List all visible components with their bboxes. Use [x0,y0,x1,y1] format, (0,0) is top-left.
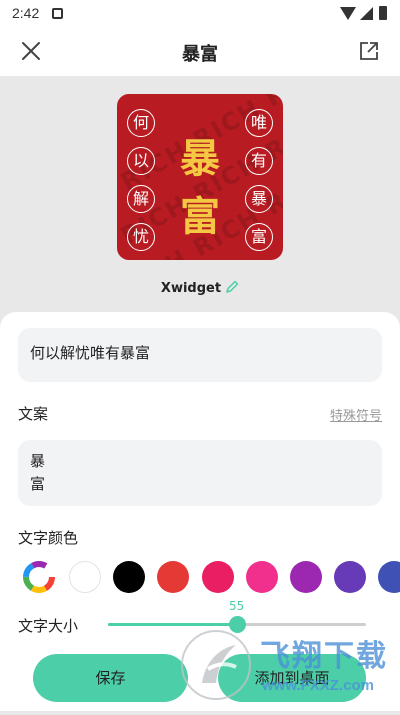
status-time: 2:42 [12,5,40,21]
special-symbols-link[interactable]: 特殊符号 [330,405,382,424]
color-swatch-pink[interactable] [246,561,278,593]
edit-pencil-icon[interactable] [225,280,239,294]
color-swatch-crimson[interactable] [202,561,234,593]
widget-right-char: 唯 [245,109,273,137]
color-swatch-white[interactable] [69,561,101,593]
color-picker-wheel-icon[interactable] [23,561,55,593]
copy-label: 文案 [18,405,49,423]
text-size-label: 文字大小 [18,617,79,635]
status-bar: 2:42 [0,0,400,28]
color-swatch-red[interactable] [157,561,189,593]
widget-right-char: 有 [245,147,273,175]
color-swatch-black[interactable] [113,561,145,593]
widget-name-label: Xwidget [160,281,222,296]
page-title: 暴富 [182,44,218,65]
watermark-url: www.FXXZ.com [262,677,374,694]
color-swatch-purple[interactable] [290,561,322,593]
copy-line: 富 [30,475,46,493]
widget-main-char: 富 [180,193,220,240]
signal-icon [360,7,373,20]
copy-textarea[interactable]: 暴 富 [18,440,382,506]
widget-title-input-value: 何以解忧唯有暴富 [30,344,151,362]
save-button[interactable]: 保存 [33,654,188,702]
widget-left-char: 以 [127,147,155,175]
top-app-bar: 暴富 [0,28,400,76]
text-size-value: 55 [229,599,245,613]
watermark-brand: 飞翔下载 [260,639,388,674]
widget-left-char: 忧 [127,223,155,251]
widget-preview[interactable]: RICH RICH RICH RICH RICH RICH RICH RICH … [117,94,283,260]
widget-name[interactable]: Xwidget [0,280,400,296]
widget-left-char: 解 [127,185,155,213]
color-swatch-deep-purple[interactable] [334,561,366,593]
battery-icon [379,6,387,20]
widget-title-input[interactable]: 何以解忧唯有暴富 [18,328,382,382]
widget-left-char: 何 [127,109,155,137]
widget-main-char: 暴 [180,135,220,182]
text-color-label: 文字颜色 [18,529,79,547]
wifi-icon [340,7,356,20]
notification-icon [52,8,63,19]
share-external-icon[interactable] [358,40,380,62]
widget-right-char: 暴 [245,185,273,213]
widget-preview-area: RICH RICH RICH RICH RICH RICH RICH RICH … [0,76,400,316]
copy-line: 暴 [30,452,46,470]
site-watermark: 飞翔下载 www.FXXZ.com [178,623,400,711]
widget-right-char: 富 [245,223,273,251]
color-swatch-clipped[interactable] [378,561,400,593]
